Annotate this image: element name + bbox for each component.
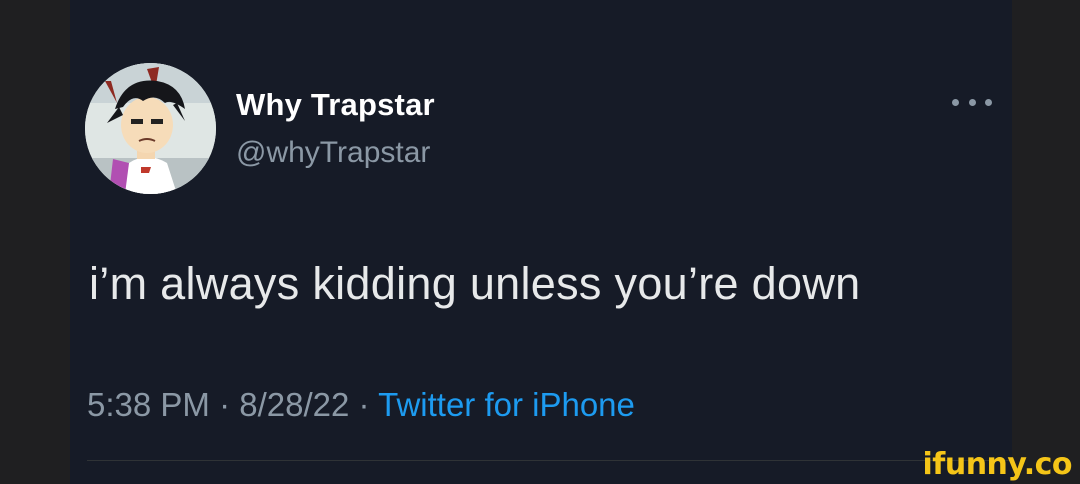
dot-icon [968,98,976,106]
tweet-text: i’m always kidding unless you’re down [89,258,861,309]
author-display-name[interactable]: Why Trapstar [236,87,435,123]
separator-dot: · [358,386,370,423]
tweet-source-link[interactable]: Twitter for iPhone [378,386,635,423]
divider [87,460,1011,461]
dot-icon [985,98,992,106]
meta-separator: · [219,386,239,423]
tweet-time[interactable]: 5:38 PM [87,386,210,423]
dot-icon [952,98,959,106]
more-dots-icon[interactable] [952,90,992,114]
tweet-date[interactable]: 8/28/22 [239,386,349,423]
watermark: ifunny.co [922,447,1073,482]
meta-separator: · [359,386,379,423]
author-handle[interactable]: @whyTrapstar [236,136,430,170]
tweet-meta: 5:38 PM · 8/28/22 · Twitter for iPhone [87,386,635,424]
screenshot-frame: Why Trapstar @whyTrapstar i’m always kid… [0,0,1080,484]
avatar-image [85,63,216,194]
author-avatar[interactable] [85,63,216,194]
separator-dot: · [219,386,231,423]
